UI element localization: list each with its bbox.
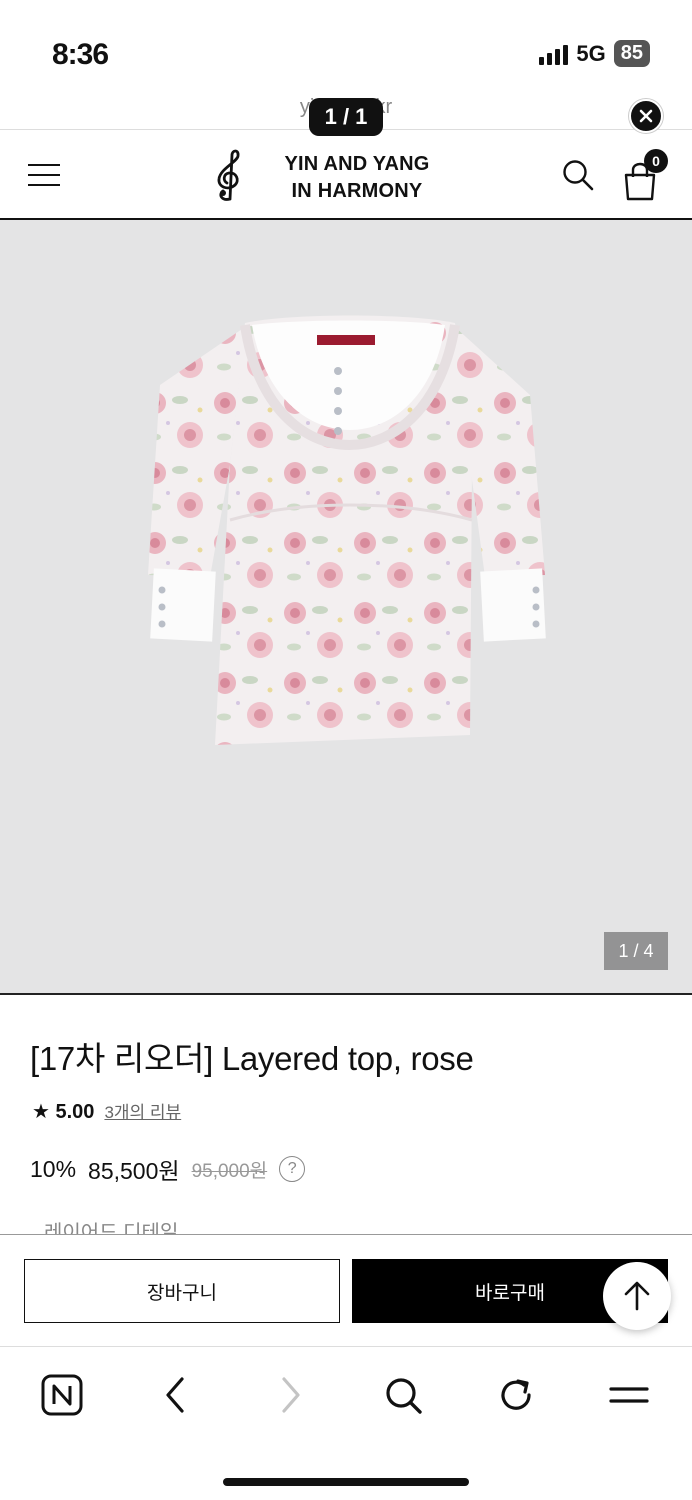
product-title: [17차 리오더] Layered top, rose — [30, 1040, 474, 1077]
cart-count-badge: 0 — [644, 149, 668, 173]
naver-home-icon[interactable] — [39, 1372, 85, 1418]
search-icon[interactable] — [380, 1372, 426, 1418]
treble-clef-icon[interactable] — [208, 147, 248, 203]
rating-value: 5.00 — [55, 1101, 95, 1123]
price-row: 10% 85,500원 95,000원 ? — [30, 1152, 306, 1186]
back-icon[interactable] — [152, 1372, 198, 1418]
product-image-carousel[interactable]: 1 / 4 — [0, 220, 692, 995]
browser-toolbar — [0, 1346, 692, 1500]
help-icon[interactable]: ? — [279, 1156, 306, 1182]
discount-rate: 10% — [30, 1155, 77, 1182]
description-text-cutoff: 레이어드 디테일 — [44, 1222, 179, 1234]
close-icon[interactable] — [629, 99, 663, 133]
hamburger-menu-icon[interactable] — [28, 162, 60, 188]
logo-line-1: YIN AND YANG — [284, 153, 430, 175]
network-type: 5G — [576, 40, 606, 66]
rating-score: ★ 5.00 — [32, 1099, 94, 1124]
original-price: 95,000원 — [191, 1160, 268, 1182]
status-indicators: 5G 85 — [539, 40, 650, 67]
arrow-up-icon[interactable] — [603, 1262, 671, 1330]
purchase-bar: 장바구니 바로구매 — [0, 1234, 692, 1346]
home-indicator[interactable] — [223, 1478, 469, 1486]
menu-icon[interactable] — [606, 1372, 652, 1418]
shopping-bag-icon[interactable]: 0 — [620, 149, 670, 201]
add-to-cart-button[interactable]: 장바구니 — [24, 1259, 340, 1323]
image-counter: 1 / 4 — [604, 932, 668, 970]
battery-level: 85 — [613, 40, 650, 67]
status-bar: 8:36 5G 85 — [0, 0, 692, 90]
site-header: YIN AND YANG IN HARMONY 0 — [0, 131, 692, 220]
product-photo — [148, 315, 546, 745]
refresh-icon[interactable] — [493, 1372, 539, 1418]
signal-icon — [539, 43, 569, 65]
search-icon[interactable] — [560, 157, 596, 193]
star-icon: ★ — [32, 1101, 50, 1123]
forward-icon[interactable] — [268, 1372, 314, 1418]
rating-row: ★ 5.00 3개의 리뷰 — [32, 1098, 181, 1124]
status-time: 8:36 — [52, 38, 109, 71]
sale-price: 85,500원 — [88, 1158, 180, 1184]
site-logo[interactable]: YIN AND YANG IN HARMONY — [262, 151, 452, 205]
logo-line-2: IN HARMONY — [291, 180, 423, 202]
review-link[interactable]: 3개의 리뷰 — [104, 1098, 181, 1123]
